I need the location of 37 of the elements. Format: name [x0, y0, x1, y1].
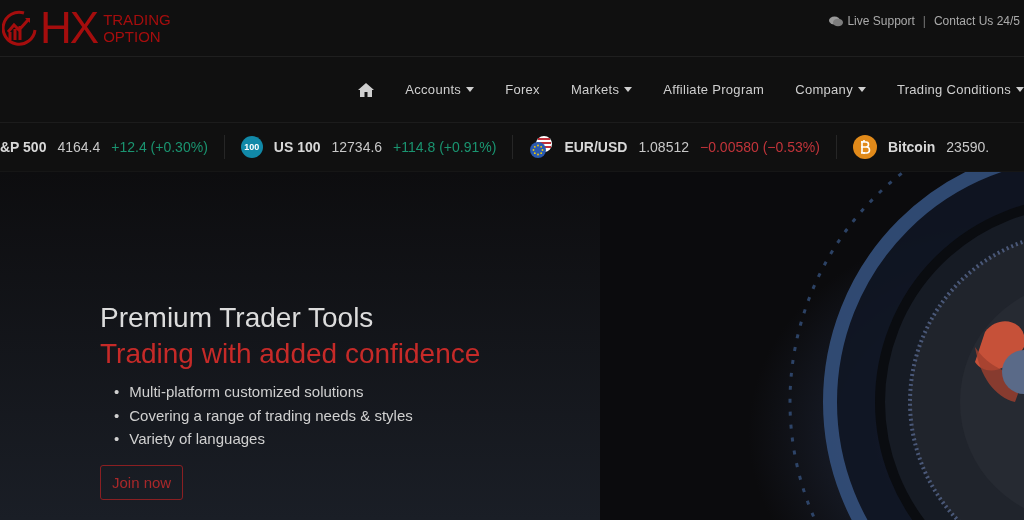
bullet-marker: • — [114, 405, 120, 426]
feature-item: Variety of languages — [129, 429, 265, 449]
symbol-price: 23590. — [946, 139, 990, 155]
symbol-price: 12734.6 — [331, 139, 383, 155]
price-change: +114.8 (+0.91%) — [393, 139, 497, 155]
home-icon[interactable] — [358, 82, 375, 97]
feature-item: Multi-platform customized solutions — [129, 382, 364, 402]
nav-link[interactable]: Accounts — [405, 82, 475, 97]
symbol-name: &P 500 — [0, 139, 47, 155]
hero-title: Premium Trader Tools — [100, 301, 375, 335]
separator: | — [922, 14, 926, 28]
top-link[interactable]: Live Support — [829, 14, 915, 28]
feature-item: Covering a range of trading needs & styles — [129, 405, 413, 426]
symbol-price: 4164.4 — [57, 139, 101, 155]
nav-link[interactable]: Forex — [505, 82, 540, 97]
nav-link[interactable]: Company — [795, 82, 866, 97]
logo-text: TRADING — [103, 11, 171, 28]
nav-link[interactable]: Markets — [570, 82, 633, 97]
symbol-name: US 100 — [273, 139, 321, 155]
nav-link[interactable]: Affiliate Program — [663, 82, 765, 97]
nav-link[interactable]: Trading Conditions — [896, 82, 1024, 97]
symbol-name: EUR/USD — [564, 139, 628, 155]
symbol-price: 1.08512 — [638, 139, 689, 155]
symbol-name: Bitcoin — [887, 139, 936, 155]
flag-icon — [529, 135, 554, 159]
logo-text: OPTION — [103, 28, 162, 45]
bullet-marker: • — [114, 429, 120, 449]
logo-mark: HX — [40, 8, 98, 48]
top-link[interactable]: Contact Us 24/5 — [933, 14, 1020, 28]
logo-icon — [2, 10, 38, 46]
bitcoin-icon — [852, 135, 877, 159]
chat-icon — [829, 15, 844, 27]
hero-subtitle: Trading with added confidence — [100, 337, 482, 371]
price-change: +12.4 (+0.30%) — [111, 139, 208, 155]
index-badge: 100 — [240, 136, 263, 158]
price-change: −0.00580 (−0.53%) — [700, 139, 820, 155]
bullet-marker: • — [114, 382, 120, 402]
